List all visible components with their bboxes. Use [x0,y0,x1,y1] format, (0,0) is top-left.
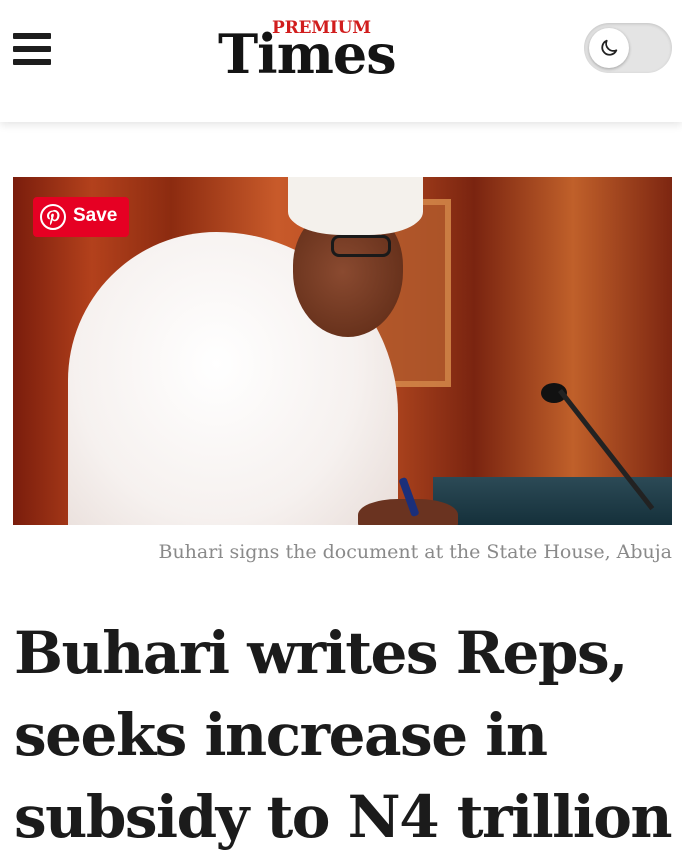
white-cap [288,177,423,235]
hamburger-menu-icon [13,33,51,39]
article-headline: Buhari writes Reps, seeks increase in su… [14,619,673,851]
pinterest-save-button[interactable]: Save [33,197,129,237]
site-header: PREMIUM Times [0,0,682,122]
pinterest-icon [40,204,66,230]
dark-mode-toggle[interactable] [584,23,672,73]
logo-times-text: Times [218,22,397,86]
hamburger-menu-icon-bar [13,59,51,65]
menu-button[interactable] [13,33,51,66]
site-logo[interactable]: PREMIUM Times [218,18,418,86]
toggle-knob [589,28,629,68]
image-caption: Buhari signs the document at the State H… [158,541,672,563]
hamburger-menu-icon-bar [13,46,51,52]
moon-icon [601,39,618,56]
glasses [331,235,391,257]
save-label: Save [73,205,118,226]
